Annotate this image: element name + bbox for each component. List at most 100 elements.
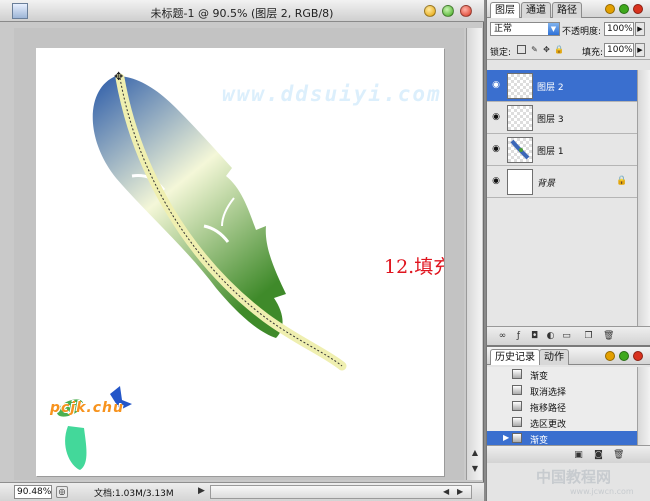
eye-icon[interactable]: ◉ bbox=[490, 80, 502, 90]
brush-icon[interactable]: ✎ bbox=[530, 45, 539, 54]
history-brush-marker-icon: ▶ bbox=[503, 433, 510, 442]
status-info-icon[interactable]: ◎ bbox=[56, 486, 68, 498]
eye-icon[interactable]: ◉ bbox=[490, 144, 502, 154]
close-button[interactable] bbox=[460, 5, 472, 17]
history-item-label: 拖移路径 bbox=[530, 404, 567, 414]
horizontal-scrollbar[interactable]: ◀ ▶ bbox=[210, 485, 472, 499]
logo-text: pcjk.chu bbox=[50, 400, 124, 416]
layers-palette: 图层 通道 路径 正常 ▼ 不透明度: 100% ▶ 锁定: ✎ ✥ 🔒 填充:… bbox=[486, 0, 650, 345]
palette-close-button[interactable] bbox=[633, 4, 643, 14]
blend-mode-value: 正常 bbox=[494, 24, 513, 34]
lock-label: 锁定: bbox=[490, 48, 512, 58]
layers-palette-footer: ∞ ƒ ◘ ◐ ▭ ❐ 🗑 bbox=[487, 326, 650, 345]
move-icon[interactable]: ✥ bbox=[542, 45, 551, 54]
layer-list-scrollbar[interactable] bbox=[637, 70, 650, 326]
history-item[interactable]: 渐变 bbox=[487, 367, 637, 382]
scroll-up-arrow-icon[interactable]: ▲ bbox=[470, 448, 480, 458]
adjustment-icon[interactable]: ◐ bbox=[545, 331, 556, 342]
fx-icon[interactable]: ƒ bbox=[513, 331, 524, 342]
crosshair-cursor: ✥ bbox=[114, 70, 123, 83]
history-item[interactable]: 取消选择 bbox=[487, 383, 637, 398]
mask-icon[interactable]: ◘ bbox=[529, 331, 540, 342]
history-item[interactable]: 选区更改 bbox=[487, 415, 637, 430]
canvas-area: www.ddsuiyi.com ✥ 12.填充渐变色 bbox=[14, 28, 464, 480]
trash-icon[interactable]: 🗑 bbox=[603, 331, 614, 342]
minimize-button[interactable] bbox=[424, 5, 436, 17]
lock-transparency-icon[interactable] bbox=[517, 45, 526, 54]
status-bar: 90.48% ◎ 文档:1.03M/3.13M ▶ ◀ ▶ bbox=[0, 482, 484, 501]
opacity-label: 不透明度: bbox=[562, 27, 602, 37]
lock-icon: 🔒 bbox=[616, 176, 628, 186]
blend-row: 正常 ▼ 不透明度: 100% ▶ bbox=[487, 19, 650, 39]
history-item-label: 选区更改 bbox=[530, 420, 567, 430]
blend-mode-select[interactable]: 正常 ▼ bbox=[490, 22, 560, 36]
canvas[interactable]: www.ddsuiyi.com ✥ 12.填充渐变色 bbox=[36, 48, 444, 476]
history-state-icon bbox=[512, 385, 522, 395]
document-size: 文档:1.03M/3.13M bbox=[94, 489, 174, 499]
feather-thumbnail-icon bbox=[510, 139, 530, 160]
status-menu-arrow-icon[interactable]: ▶ bbox=[198, 486, 205, 496]
scroll-right-arrow-icon[interactable]: ▶ bbox=[457, 487, 463, 496]
layer-row[interactable]: ◉ 图层 3 bbox=[487, 102, 637, 134]
layer-row[interactable]: ◉ 图层 2 bbox=[487, 70, 637, 102]
snapshot-icon[interactable]: ◙ bbox=[593, 450, 604, 461]
layer-thumbnail bbox=[507, 137, 533, 163]
tab-history[interactable]: 历史记录 bbox=[490, 349, 540, 365]
site-credit-url: www.jcwcn.com bbox=[570, 487, 634, 496]
opacity-field[interactable]: 100% bbox=[604, 22, 634, 36]
eye-icon[interactable]: ◉ bbox=[490, 112, 502, 122]
zoom-button[interactable] bbox=[442, 5, 454, 17]
logo-graphic bbox=[56, 386, 132, 470]
link-icon[interactable]: ∞ bbox=[497, 331, 508, 342]
vertical-scrollbar[interactable]: ▲ ▼ bbox=[466, 28, 482, 480]
fill-arrow-icon[interactable]: ▶ bbox=[635, 43, 645, 57]
step-caption: 12.填充渐变色 bbox=[384, 256, 444, 278]
trash-icon[interactable]: 🗑 bbox=[613, 450, 624, 461]
zoom-level-field[interactable]: 90.48% bbox=[14, 485, 52, 499]
eye-icon[interactable]: ◉ bbox=[490, 176, 502, 186]
feather-vane bbox=[92, 76, 286, 338]
layer-name: 图层 1 bbox=[537, 147, 564, 157]
layer-name: 图层 3 bbox=[537, 115, 564, 125]
opacity-arrow-icon[interactable]: ▶ bbox=[635, 22, 645, 36]
layer-row[interactable]: ◉ 图层 1 bbox=[487, 134, 637, 166]
layer-name: 背景 bbox=[537, 179, 556, 189]
history-scrollbar[interactable] bbox=[637, 367, 650, 451]
history-item[interactable]: ▶ 渐变 bbox=[487, 431, 637, 446]
palette-minimize-button[interactable] bbox=[605, 4, 615, 14]
history-palette-header: 历史记录 动作 bbox=[487, 347, 650, 365]
history-palette-footer: ▣ ◙ 🗑 bbox=[487, 445, 650, 463]
tab-paths[interactable]: 路径 bbox=[552, 2, 582, 18]
layer-thumbnail bbox=[507, 169, 533, 195]
document-window: 未标题-1 @ 90.5% (图层 2, RGB/8) www.ddsuiyi.… bbox=[0, 0, 484, 501]
history-state-icon bbox=[512, 433, 522, 443]
document-titlebar[interactable]: 未标题-1 @ 90.5% (图层 2, RGB/8) bbox=[0, 0, 484, 22]
scroll-down-arrow-icon[interactable]: ▼ bbox=[470, 464, 480, 474]
tab-channels[interactable]: 通道 bbox=[521, 2, 551, 18]
layers-palette-header: 图层 通道 路径 bbox=[487, 0, 650, 18]
palette-minimize-button[interactable] bbox=[605, 351, 615, 361]
lock-row: 锁定: ✎ ✥ 🔒 填充: 100% ▶ bbox=[487, 40, 650, 60]
palette-zoom-button[interactable] bbox=[619, 4, 629, 14]
history-list: 渐变 取消选择 拖移路径 选区更改 ▶ 渐变 bbox=[487, 367, 637, 451]
tab-layers[interactable]: 图层 bbox=[490, 2, 520, 18]
layer-thumbnail bbox=[507, 105, 533, 131]
history-state-icon bbox=[512, 369, 522, 379]
tab-actions[interactable]: 动作 bbox=[539, 349, 569, 365]
new-layer-icon[interactable]: ❐ bbox=[583, 331, 594, 342]
folder-icon[interactable]: ▭ bbox=[561, 331, 572, 342]
layer-row[interactable]: ◉ 背景 🔒 bbox=[487, 166, 637, 198]
site-credit: 中国教程网 bbox=[536, 468, 612, 486]
layer-thumbnail bbox=[507, 73, 533, 99]
layer-name: 图层 2 bbox=[537, 83, 564, 93]
palette-close-button[interactable] bbox=[633, 351, 643, 361]
lock-icon[interactable]: 🔒 bbox=[554, 45, 564, 54]
history-item-label: 取消选择 bbox=[530, 388, 567, 398]
scroll-left-arrow-icon[interactable]: ◀ bbox=[443, 487, 449, 496]
history-item[interactable]: 拖移路径 bbox=[487, 399, 637, 414]
palette-zoom-button[interactable] bbox=[619, 351, 629, 361]
history-state-icon bbox=[512, 417, 522, 427]
new-document-from-state-icon[interactable]: ▣ bbox=[573, 450, 584, 461]
fill-label: 填充: bbox=[582, 48, 604, 58]
fill-field[interactable]: 100% bbox=[604, 43, 634, 57]
